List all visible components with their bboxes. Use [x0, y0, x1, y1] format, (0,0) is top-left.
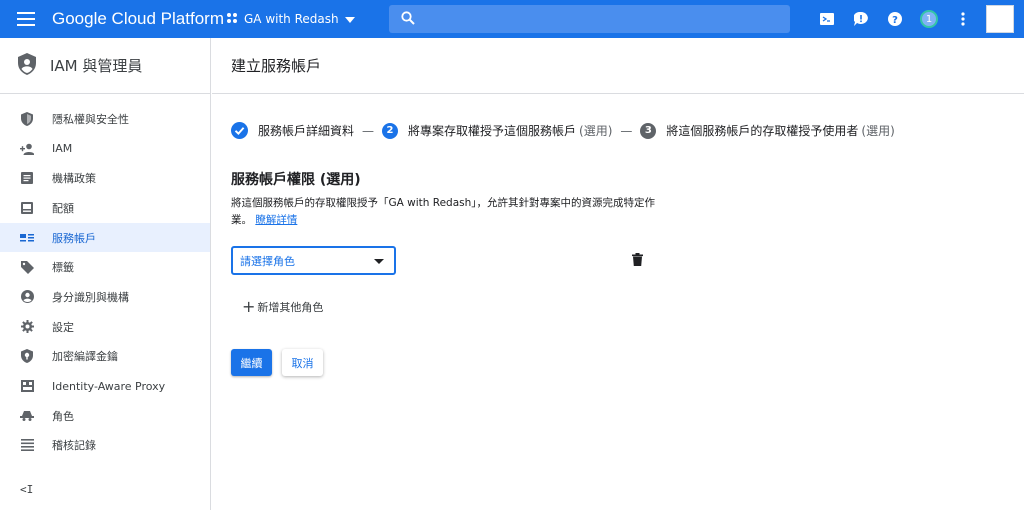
- top-app-bar: Google Cloud Platform GA with Redash ? 1: [0, 0, 1024, 38]
- help-icon[interactable]: ?: [878, 0, 912, 38]
- proxy-icon: [20, 379, 34, 393]
- stepper: 服務帳戶詳細資料 — 2 將專案存取權授予這個服務帳戶 (選用) — 3 將這個…: [231, 122, 895, 139]
- sidebar-item-label: 機構政策: [52, 172, 96, 186]
- project-icon: [226, 12, 238, 27]
- sidebar-item-label: 身分識別與機構: [52, 290, 129, 304]
- feedback-icon[interactable]: [844, 0, 878, 38]
- collapse-sidebar-button[interactable]: <I: [20, 483, 33, 496]
- role-select-dropdown[interactable]: 請選擇角色: [231, 246, 396, 275]
- sidebar-nav-list: 隱私權與安全性 IAM 機構政策配額服務帳戶標籤身分識別與機構 設定加密編譯金鑰 Ide…: [0, 94, 210, 460]
- step-separator: —: [620, 123, 633, 138]
- sidebar-item[interactable]: 稽核記錄: [0, 431, 210, 461]
- notifications-button[interactable]: 1: [912, 0, 946, 38]
- sidebar-item-label: 隱私權與安全性: [52, 112, 129, 126]
- sidebar-item[interactable]: 隱私權與安全性: [0, 104, 210, 134]
- user-avatar[interactable]: [986, 5, 1014, 33]
- cancel-button[interactable]: 取消: [282, 349, 323, 376]
- plus-icon: +: [242, 297, 256, 316]
- step-2-optional: (選用): [579, 124, 613, 138]
- page-header: 建立服務帳戶: [212, 38, 1024, 94]
- add-role-label: 新增其他角色: [257, 301, 324, 314]
- step-2-label[interactable]: 將專案存取權授予這個服務帳戶: [408, 122, 576, 139]
- add-another-role-button[interactable]: + 新增其他角色: [242, 299, 323, 315]
- step-3-number: 3: [640, 122, 657, 139]
- step-1-label[interactable]: 服務帳戶詳細資料: [258, 122, 354, 139]
- audit-list-icon: [20, 438, 34, 452]
- more-vert-icon[interactable]: [946, 0, 980, 38]
- document-list-icon: [20, 171, 34, 185]
- sidebar-item[interactable]: 服務帳戶: [0, 222, 210, 253]
- delete-role-trash-icon[interactable]: [630, 251, 644, 267]
- search-input[interactable]: [389, 5, 790, 33]
- label-icon: [20, 260, 34, 274]
- iam-shield-icon: [18, 52, 36, 79]
- sidebar-item-label: 稽核記錄: [52, 439, 96, 453]
- section-title: 服務帳戶權限 (選用): [231, 172, 361, 188]
- sidebar-header: IAM 與管理員: [0, 38, 210, 94]
- dropdown-arrow-icon: [374, 254, 384, 267]
- svg-text:?: ?: [892, 15, 898, 26]
- sidebar-item-label: 服務帳戶: [52, 231, 96, 245]
- sidebar-item-label: Identity-Aware Proxy: [52, 379, 166, 393]
- step-separator: —: [362, 123, 375, 138]
- search-icon: [401, 10, 415, 29]
- sidebar-item[interactable]: 標籤: [0, 252, 210, 282]
- sidebar-item-label: IAM: [52, 142, 73, 156]
- sidebar-item[interactable]: 角色: [0, 401, 210, 431]
- settings-icon: [20, 320, 34, 334]
- shield-icon: [20, 111, 34, 126]
- step-3-optional: (選用): [861, 124, 895, 138]
- notification-count-badge: 1: [920, 10, 938, 28]
- security-key-icon: [20, 349, 34, 364]
- step-complete-check-icon: [231, 122, 248, 139]
- quota-icon: [20, 201, 34, 215]
- product-name[interactable]: Google Cloud Platform: [52, 9, 224, 29]
- cloud-shell-icon[interactable]: [810, 0, 844, 38]
- learn-more-link[interactable]: 瞭解詳情: [255, 214, 297, 226]
- sidebar-item-label: 角色: [52, 409, 74, 423]
- sidebar-item[interactable]: 加密編譯金鑰: [0, 342, 210, 372]
- step-3-label[interactable]: 將這個服務帳戶的存取權授予使用者: [666, 122, 858, 139]
- sidebar-item-label: 加密編譯金鑰: [52, 350, 118, 364]
- person-add-icon: [20, 142, 34, 156]
- section-description: 將這個服務帳戶的存取權限授予「GA with Redash」，允許其針對專案中的…: [231, 195, 661, 229]
- sidebar-item[interactable]: 配額: [0, 193, 210, 223]
- sidebar-item[interactable]: 身分識別與機構: [0, 282, 210, 312]
- continue-button[interactable]: 繼續: [231, 349, 272, 376]
- roles-icon: [20, 409, 34, 423]
- step-2-number: 2: [382, 122, 399, 139]
- service-account-icon: [20, 231, 34, 245]
- sidebar-item[interactable]: 機構政策: [0, 163, 210, 193]
- page-title: 建立服務帳戶: [231, 57, 322, 75]
- left-nav-sidebar: IAM 與管理員 隱私權與安全性 IAM 機構政策配額服務帳戶標籤身分識別與機構 設定…: [0, 38, 211, 510]
- sidebar-item-label: 配額: [52, 201, 74, 215]
- sidebar-item-label: 設定: [52, 320, 74, 334]
- sidebar-item-label: 標籤: [52, 261, 74, 275]
- sidebar-title: IAM 與管理員: [50, 57, 143, 75]
- caret-down-icon: [344, 12, 355, 26]
- role-select-placeholder: 請選擇角色: [240, 254, 295, 268]
- project-name: GA with Redash: [244, 12, 339, 26]
- account-circle-icon: [20, 290, 34, 304]
- sidebar-item[interactable]: Identity-Aware Proxy: [0, 371, 210, 401]
- hamburger-menu-icon[interactable]: [0, 0, 52, 38]
- sidebar-item[interactable]: 設定: [0, 312, 210, 342]
- project-selector[interactable]: GA with Redash: [226, 12, 366, 27]
- sidebar-item[interactable]: IAM: [0, 134, 210, 164]
